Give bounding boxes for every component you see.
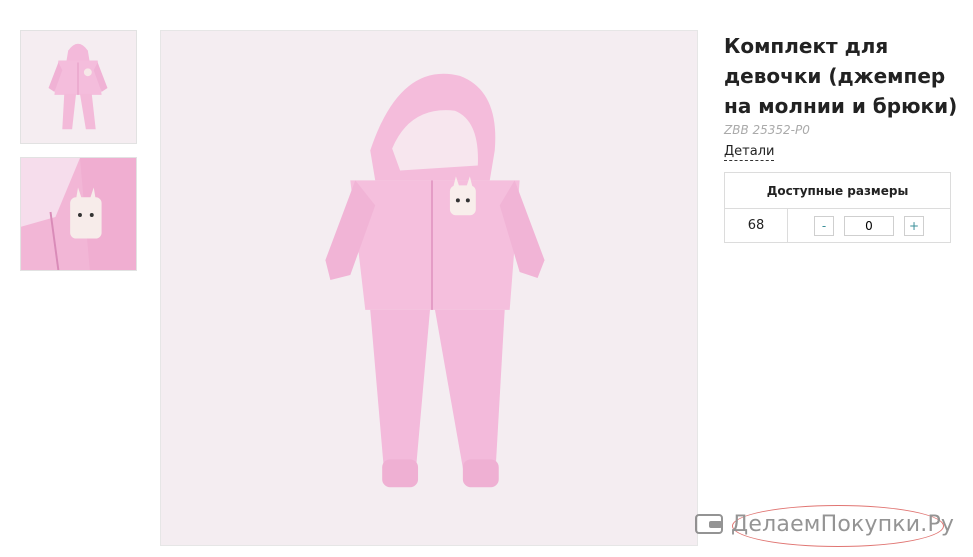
- decrease-quantity-button[interactable]: -: [814, 215, 834, 236]
- product-title: Комплект для девочки (джемпер на молнии …: [724, 34, 958, 118]
- sizes-header: Доступные размеры: [724, 172, 951, 209]
- size-value: 68: [724, 208, 788, 243]
- quantity-input[interactable]: [844, 215, 894, 236]
- watermark: ДелаемПокупки.Ру: [695, 505, 955, 547]
- quantity-cell: - +: [787, 208, 951, 243]
- available-sizes-table: Доступные размеры 68 - +: [724, 172, 951, 243]
- increase-quantity-button[interactable]: +: [904, 215, 924, 236]
- outfit-main-image: [161, 31, 697, 545]
- watermark-text: ДелаемПокупки.Ру: [731, 511, 955, 537]
- sizes-header-row: Доступные размеры: [724, 172, 951, 209]
- thumbnail-full-outfit[interactable]: [20, 30, 137, 144]
- outfit-thumbnail-image: [21, 31, 136, 143]
- size-row: 68 - +: [724, 208, 951, 243]
- closeup-thumbnail-image: [21, 158, 136, 270]
- wallet-icon: [695, 514, 723, 534]
- quantity-stepper: - +: [789, 215, 949, 236]
- thumbnail-closeup[interactable]: [20, 157, 137, 271]
- details-link[interactable]: Детали: [724, 144, 775, 161]
- product-sku: ZBB 25352-P0: [724, 123, 810, 137]
- main-product-image[interactable]: [160, 30, 698, 546]
